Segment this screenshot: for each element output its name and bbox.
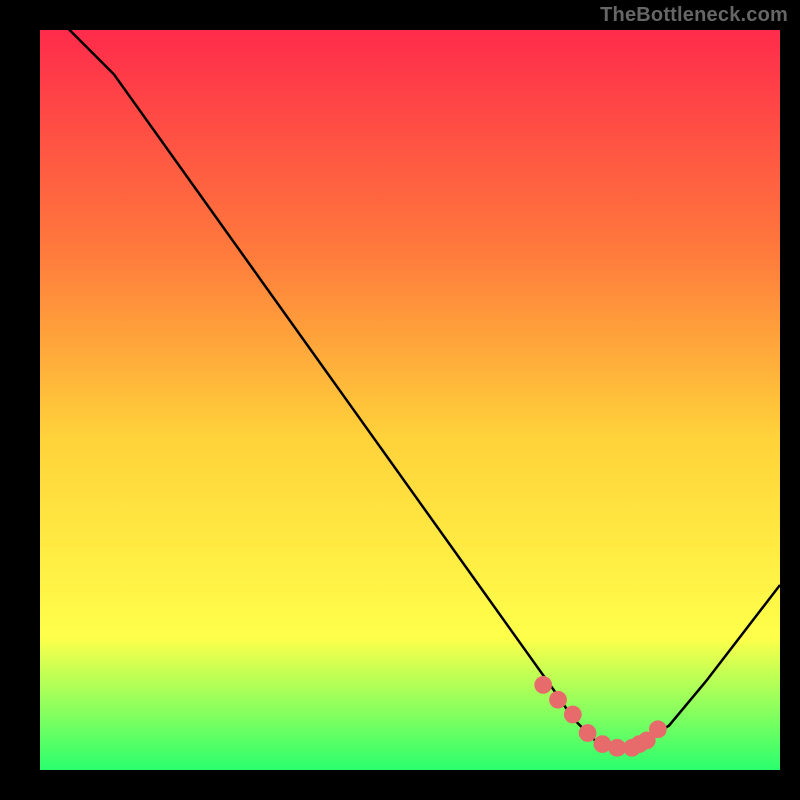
marker-dot — [579, 724, 597, 742]
plot-area — [40, 30, 780, 770]
chart-frame: TheBottleneck.com — [0, 0, 800, 800]
attribution-label: TheBottleneck.com — [600, 4, 788, 27]
marker-dot — [564, 706, 582, 724]
marker-dot — [649, 720, 667, 738]
gradient-background — [40, 30, 780, 770]
marker-dot — [549, 691, 567, 709]
marker-dot — [534, 676, 552, 694]
marker-dot — [594, 735, 612, 753]
chart-svg — [40, 30, 780, 770]
